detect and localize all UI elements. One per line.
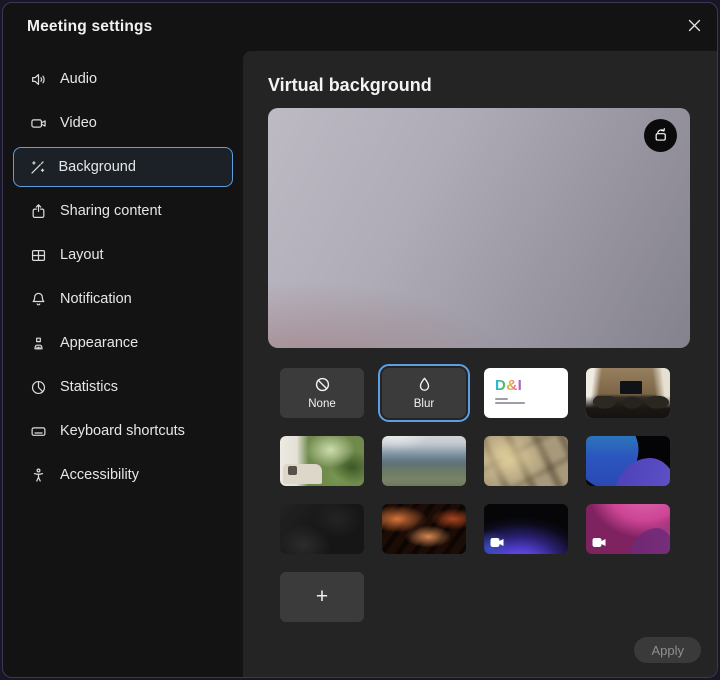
magic-wand-icon: [29, 159, 46, 176]
dni-tagline: [495, 398, 508, 400]
video-camera-icon: [490, 536, 505, 547]
paint-brush-icon: [30, 335, 47, 352]
background-tile-blur[interactable]: Blur: [382, 368, 466, 418]
sidebar-item-label: Accessibility: [60, 467, 139, 483]
page-title: Virtual background: [268, 75, 432, 96]
office-tv-screen: [620, 381, 642, 395]
sidebar-item-label: Layout: [60, 247, 104, 263]
video-camera-icon: [30, 115, 47, 132]
pink-wave-shape: [626, 528, 670, 554]
background-tile-video-purple[interactable]: [484, 504, 568, 554]
pie-chart-icon: [30, 379, 47, 396]
dni-tagline: [495, 402, 525, 404]
background-tile-window-light[interactable]: [484, 436, 568, 486]
background-tile-dni-logo[interactable]: D&I: [484, 368, 568, 418]
background-tile-office[interactable]: [586, 368, 670, 418]
office-furniture: [586, 396, 670, 419]
background-tile-dark-swirl[interactable]: [280, 504, 364, 554]
sidebar-item-label: Audio: [60, 71, 97, 87]
tile-label: Blur: [414, 398, 434, 410]
sidebar-item-label: Sharing content: [60, 203, 162, 219]
background-tile-living-room[interactable]: [280, 436, 364, 486]
sidebar-item-audio[interactable]: Audio: [3, 59, 243, 99]
background-tile-mountains[interactable]: [382, 436, 466, 486]
accessibility-icon: [30, 467, 47, 484]
keyboard-icon: [30, 423, 47, 440]
sidebar-item-layout[interactable]: Layout: [3, 235, 243, 275]
sidebar-item-accessibility[interactable]: Accessibility: [3, 455, 243, 495]
sidebar-item-label: Appearance: [60, 335, 138, 351]
none-icon: [314, 376, 331, 396]
background-tile-none[interactable]: None: [280, 368, 364, 418]
sidebar-item-notification[interactable]: Notification: [3, 279, 243, 319]
sidebar-item-label: Keyboard shortcuts: [60, 423, 185, 439]
close-button[interactable]: [681, 14, 707, 40]
pillow: [288, 466, 297, 475]
title-bar: Meeting settings: [3, 3, 717, 51]
sidebar-item-label: Notification: [60, 291, 132, 307]
close-icon: [687, 18, 702, 36]
camera-preview: [268, 108, 690, 348]
sidebar-item-background[interactable]: Background: [13, 147, 233, 187]
meeting-settings-dialog: Meeting settings Audio Video Background: [2, 2, 718, 678]
apply-button[interactable]: Apply: [634, 637, 701, 663]
sidebar-item-appearance[interactable]: Appearance: [3, 323, 243, 363]
flip-camera-button[interactable]: [644, 119, 677, 152]
layout-grid-icon: [30, 247, 47, 264]
sidebar-item-keyboard-shortcuts[interactable]: Keyboard shortcuts: [3, 411, 243, 451]
dni-logo: D&I: [495, 377, 522, 394]
sidebar-item-label: Statistics: [60, 379, 118, 395]
speaker-icon: [30, 71, 47, 88]
sidebar-item-video[interactable]: Video: [3, 103, 243, 143]
bell-icon: [30, 291, 47, 308]
tile-label: None: [308, 398, 336, 410]
background-tile-abstract-blue[interactable]: [586, 436, 670, 486]
add-background-button[interactable]: +: [280, 572, 364, 622]
background-tile-video-pink[interactable]: [586, 504, 670, 554]
flip-camera-icon: [651, 125, 670, 147]
background-tile-lava[interactable]: [382, 504, 466, 554]
sidebar-item-sharing-content[interactable]: Sharing content: [3, 191, 243, 231]
sidebar: Audio Video Background Sharing content L…: [3, 55, 243, 499]
sidebar-item-statistics[interactable]: Statistics: [3, 367, 243, 407]
sidebar-item-label: Background: [59, 159, 136, 175]
sidebar-item-label: Video: [60, 115, 97, 131]
dialog-title: Meeting settings: [27, 18, 153, 36]
blur-drop-icon: [416, 376, 433, 396]
video-camera-icon: [592, 536, 607, 547]
background-grid: None Blur D&I: [280, 368, 670, 622]
share-icon: [30, 203, 47, 220]
virtual-background-panel: Virtual background None: [243, 51, 717, 677]
